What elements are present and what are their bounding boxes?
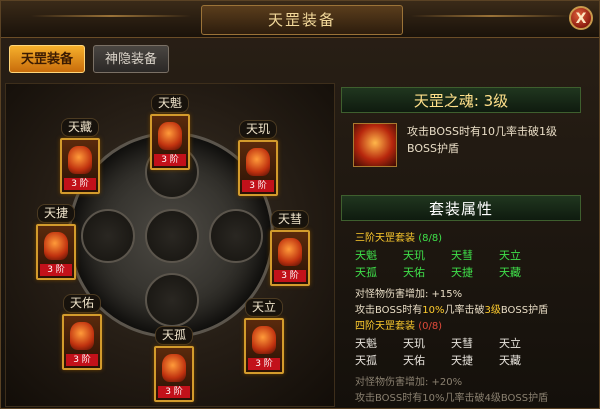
tier-badge: 3 阶	[154, 154, 186, 166]
gauntlet-icon	[252, 326, 276, 354]
slot-label: 天立	[244, 298, 284, 317]
suit-item: 天孤	[355, 354, 377, 367]
tier4-suit-header: 四阶天罡套装 (0/8)	[355, 317, 442, 332]
tier4-suit-count: (0/8)	[418, 321, 443, 332]
suit-item: 天玑	[403, 337, 425, 350]
suit-item: 天彗	[451, 337, 473, 350]
suit-attributes-title: 套装属性	[341, 195, 581, 221]
suit-item: 天立	[499, 337, 521, 350]
slot-tianli[interactable]: 天立 3 阶	[244, 298, 284, 374]
slot-tianji[interactable]: 天玑 3 阶	[238, 120, 278, 196]
equipment-card: 3 阶	[244, 318, 284, 374]
slot-label: 天魁	[150, 94, 190, 113]
suit-item: 天孤	[355, 266, 377, 279]
disc-socket-bottom	[145, 273, 199, 327]
suit-item: 天藏	[499, 354, 521, 367]
soul-weapon-icon[interactable]	[353, 123, 397, 167]
slot-label: 天捷	[36, 204, 76, 223]
tab-tiangang-equipment[interactable]: 天罡装备	[9, 45, 85, 73]
boots-icon	[162, 354, 186, 382]
suit-item: 天藏	[499, 266, 521, 279]
slot-tiangu[interactable]: 天孤 3 阶	[154, 326, 194, 402]
disc-socket-center	[145, 209, 199, 263]
slot-label: 天藏	[60, 118, 100, 137]
tier4-suit-items: 天魁 天玑 天彗 天立天孤 天佑 天捷 天藏	[355, 335, 565, 369]
suit-item: 天魁	[355, 249, 377, 262]
equipment-card: 3 阶	[62, 314, 102, 370]
title-decoration-left	[31, 15, 191, 17]
disc-socket-right	[209, 209, 263, 263]
close-button[interactable]: X	[569, 6, 593, 30]
suit-item: 天玑	[403, 249, 425, 262]
tier-badge: 3 阶	[242, 180, 274, 192]
window-title: 天罡装备	[201, 5, 403, 35]
tab-shenyin-equipment[interactable]: 神隐装备	[93, 45, 169, 73]
soul-description: 攻击BOSS时有10几率击破1级BOSS护盾	[407, 125, 557, 155]
tier-badge: 3 阶	[66, 354, 98, 366]
armor-icon	[68, 146, 92, 174]
suit-item: 天佑	[403, 354, 425, 367]
necklace-icon	[44, 232, 68, 260]
tier3-bonus-shield: 攻击BOSS时有10%几率击破3级BOSS护盾	[355, 305, 549, 316]
suit-item: 天捷	[451, 354, 473, 367]
attribute-panel: 天罡之魂: 3级 攻击BOSS时有10几率击破1级BOSS护盾 套装属性 三阶天…	[341, 83, 597, 407]
blade-icon	[158, 122, 182, 150]
equipment-card: 3 阶	[150, 114, 190, 170]
tier4-bonus-shield: 攻击BOSS时有10%几率击破4级BOSS护盾	[355, 393, 549, 404]
slot-label: 天彗	[270, 210, 310, 229]
slot-tianjie[interactable]: 天捷 3 阶	[36, 204, 76, 280]
tier3-bonus-damage: 对怪物伤害增加: +15%	[355, 289, 463, 300]
belt-icon	[70, 322, 94, 350]
equipment-window: 天罡装备 X 天罡装备 神隐装备 天魁 3 阶 天玑 3 阶 天彗 3 阶 天立…	[0, 0, 600, 409]
helmet-icon	[278, 238, 302, 266]
title-decoration-right	[411, 15, 571, 17]
tier3-suit-header: 三阶天罡套装 (8/8)	[355, 229, 442, 244]
slot-label: 天玑	[238, 120, 278, 139]
tier4-suit-label: 四阶天罡套装	[355, 321, 415, 332]
slot-tianhui[interactable]: 天彗 3 阶	[270, 210, 310, 286]
suit-item: 天佑	[403, 266, 425, 279]
tier-badge: 3 阶	[248, 358, 280, 370]
suit-item: 天彗	[451, 249, 473, 262]
tier-badge: 3 阶	[158, 386, 190, 398]
tier-badge: 3 阶	[64, 178, 96, 190]
equipment-card: 3 阶	[238, 140, 278, 196]
tier-badge: 3 阶	[40, 264, 72, 276]
tier3-suit-count: (8/8)	[418, 233, 443, 244]
equipment-card: 3 阶	[60, 138, 100, 194]
disc-socket-left	[81, 209, 135, 263]
slot-tiankui[interactable]: 天魁 3 阶	[150, 94, 190, 170]
equipment-card: 3 阶	[270, 230, 310, 286]
suit-item: 天立	[499, 249, 521, 262]
slot-tianyou[interactable]: 天佑 3 阶	[62, 294, 102, 370]
equipment-card: 3 阶	[36, 224, 76, 280]
soul-title: 天罡之魂: 3级	[341, 87, 581, 113]
tier3-suit-label: 三阶天罡套装	[355, 233, 415, 244]
slot-label: 天孤	[154, 326, 194, 345]
equipment-slots-panel: 天魁 3 阶 天玑 3 阶 天彗 3 阶 天立 3 阶 天孤 3 阶 天佑 3 …	[5, 83, 335, 407]
title-bar: 天罡装备 X	[1, 1, 599, 38]
suit-item: 天捷	[451, 266, 473, 279]
bracer-icon	[246, 148, 270, 176]
tier3-suit-items: 天魁 天玑 天彗 天立天孤 天佑 天捷 天藏	[355, 247, 565, 281]
tier-badge: 3 阶	[274, 270, 306, 282]
slot-label: 天佑	[62, 294, 102, 313]
equipment-card: 3 阶	[154, 346, 194, 402]
tier4-bonus-damage: 对怪物伤害增加: +20%	[355, 377, 463, 388]
slot-tiancang[interactable]: 天藏 3 阶	[60, 118, 100, 194]
suit-item: 天魁	[355, 337, 377, 350]
